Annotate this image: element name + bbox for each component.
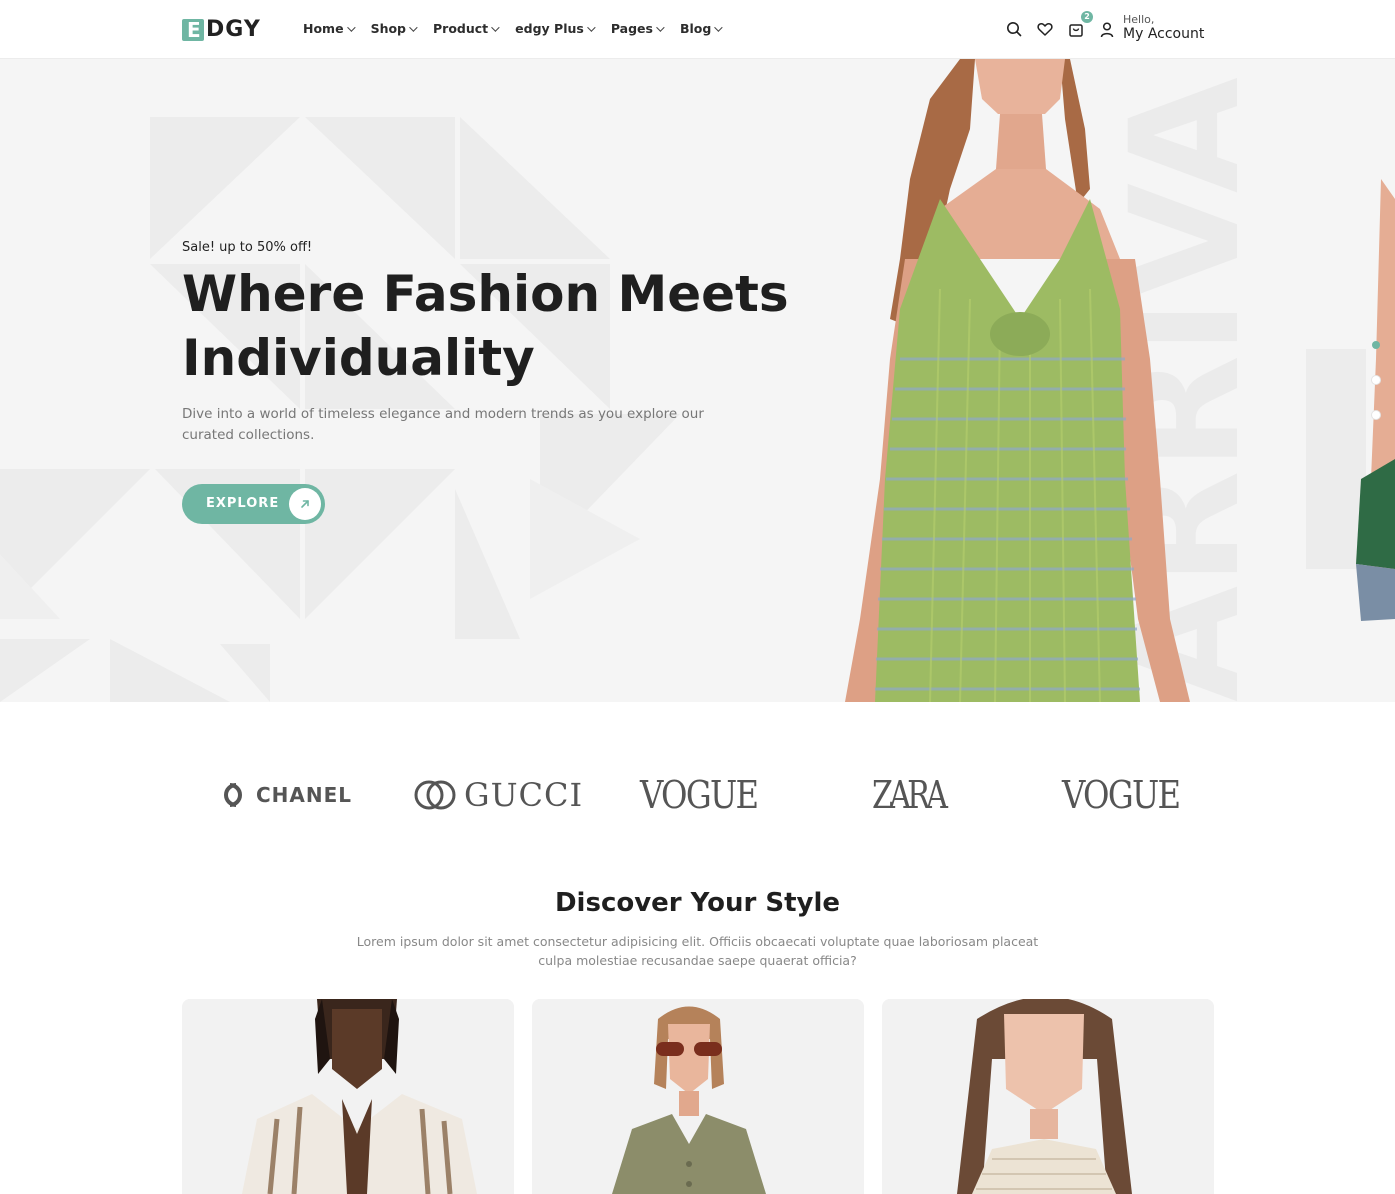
heart-icon[interactable]	[1036, 20, 1054, 38]
brand-zara[interactable]: ZARA	[872, 760, 962, 830]
discover-title: Discover Your Style	[554, 888, 841, 918]
model-image-2	[532, 999, 864, 1194]
chevron-down-icon	[409, 23, 418, 32]
hero-description: Dive into a world of timeless elegance a…	[182, 406, 704, 443]
next-slide-preview	[1306, 179, 1395, 621]
hero-sale-text: Sale! up to 50% off!	[182, 240, 313, 255]
model-image-1	[182, 999, 514, 1194]
header-actions: 2	[1005, 11, 1098, 38]
style-card-2[interactable]	[532, 999, 864, 1194]
slider-pagination	[1372, 341, 1380, 446]
search-icon[interactable]	[1005, 20, 1023, 38]
model-image-3	[882, 999, 1214, 1194]
nav-item-shop[interactable]: Shop	[371, 20, 418, 38]
style-card-1[interactable]	[182, 999, 514, 1194]
main-nav: Home Shop Product edgy Plus Pages Blog	[303, 20, 738, 38]
chevron-down-icon	[346, 23, 356, 32]
account-label: My Account	[1123, 26, 1205, 42]
account-greeting: Hello,	[1123, 13, 1155, 26]
cart-icon[interactable]: 2	[1067, 11, 1093, 38]
brand-gucci[interactable]: GUCCI	[412, 760, 583, 830]
account-link[interactable]: Hello, My Account	[1099, 13, 1204, 43]
hero-title: Where Fashion Meets Individuality	[182, 265, 789, 387]
nav-item-blog[interactable]: Blog	[680, 20, 723, 38]
explore-button[interactable]: EXPLORE	[182, 484, 325, 524]
chevron-down-icon	[714, 23, 723, 32]
brand-vogue-2[interactable]: VOGUE	[1062, 760, 1200, 830]
cart-count-badge: 2	[1081, 11, 1093, 23]
explore-button-label: EXPLORE	[206, 496, 280, 511]
hero-model-image	[845, 59, 1190, 702]
chevron-down-icon	[491, 23, 500, 32]
arrow-up-right-icon	[289, 488, 321, 520]
logo-text: DGY	[206, 17, 261, 42]
discover-description: Lorem ipsum dolor sit amet consectetur a…	[356, 934, 1039, 968]
chevron-down-icon	[656, 23, 665, 32]
brand-vogue-1[interactable]: VOGUE	[640, 760, 778, 830]
chevron-down-icon	[586, 23, 596, 32]
brand-chanel[interactable]: CHANEL	[214, 760, 352, 830]
site-header: E DGY Home Shop Product edgy Plus Pages …	[0, 0, 1395, 59]
brand-logos: CHANEL GUCCI VOGUE ZARA VOGUE	[182, 760, 1213, 830]
nav-item-edgy-plus[interactable]: edgy Plus	[515, 20, 596, 38]
slider-dot-2[interactable]	[1372, 376, 1380, 384]
nav-item-pages[interactable]: Pages	[611, 20, 665, 38]
logo[interactable]: E DGY	[182, 17, 261, 42]
hero-slider: ARRIVA Sale! up to 50% off! Where Fashio…	[0, 59, 1395, 702]
nav-item-product[interactable]: Product	[433, 20, 500, 38]
user-icon	[1100, 22, 1114, 38]
slider-dot-1[interactable]	[1372, 341, 1380, 349]
nav-item-home[interactable]: Home	[303, 20, 356, 38]
gucci-logo-icon	[414, 780, 456, 810]
logo-mark: E	[182, 18, 204, 41]
slider-dot-3[interactable]	[1372, 411, 1380, 419]
style-card-3[interactable]	[882, 999, 1214, 1194]
chanel-logo-icon	[224, 783, 242, 807]
style-cards	[182, 999, 1214, 1194]
